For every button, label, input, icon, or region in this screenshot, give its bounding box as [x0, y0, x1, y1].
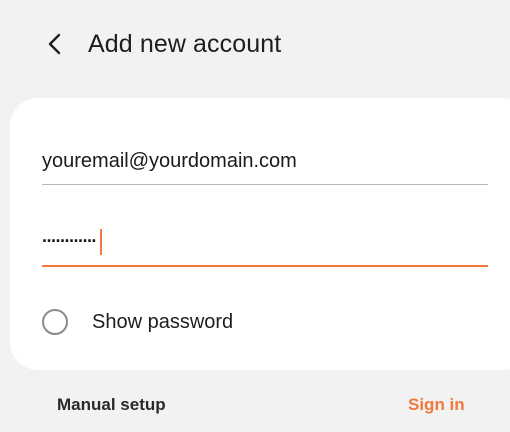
manual-setup-button[interactable]: Manual setup — [57, 395, 166, 415]
app-header: Add new account — [0, 0, 510, 90]
page-title: Add new account — [88, 30, 282, 58]
password-field[interactable]: ············ — [42, 226, 488, 267]
sign-in-button[interactable]: Sign in — [408, 395, 465, 415]
back-button[interactable] — [36, 26, 72, 62]
show-password-label: Show password — [92, 310, 234, 333]
email-value: youremail@yourdomain.com — [42, 150, 297, 172]
radio-unchecked-icon[interactable] — [42, 309, 68, 335]
chevron-left-icon — [46, 32, 62, 56]
email-field[interactable]: youremail@yourdomain.com — [42, 146, 488, 185]
show-password-toggle[interactable]: Show password — [42, 304, 233, 340]
text-cursor — [99, 229, 102, 255]
password-value: ············ — [42, 231, 97, 251]
